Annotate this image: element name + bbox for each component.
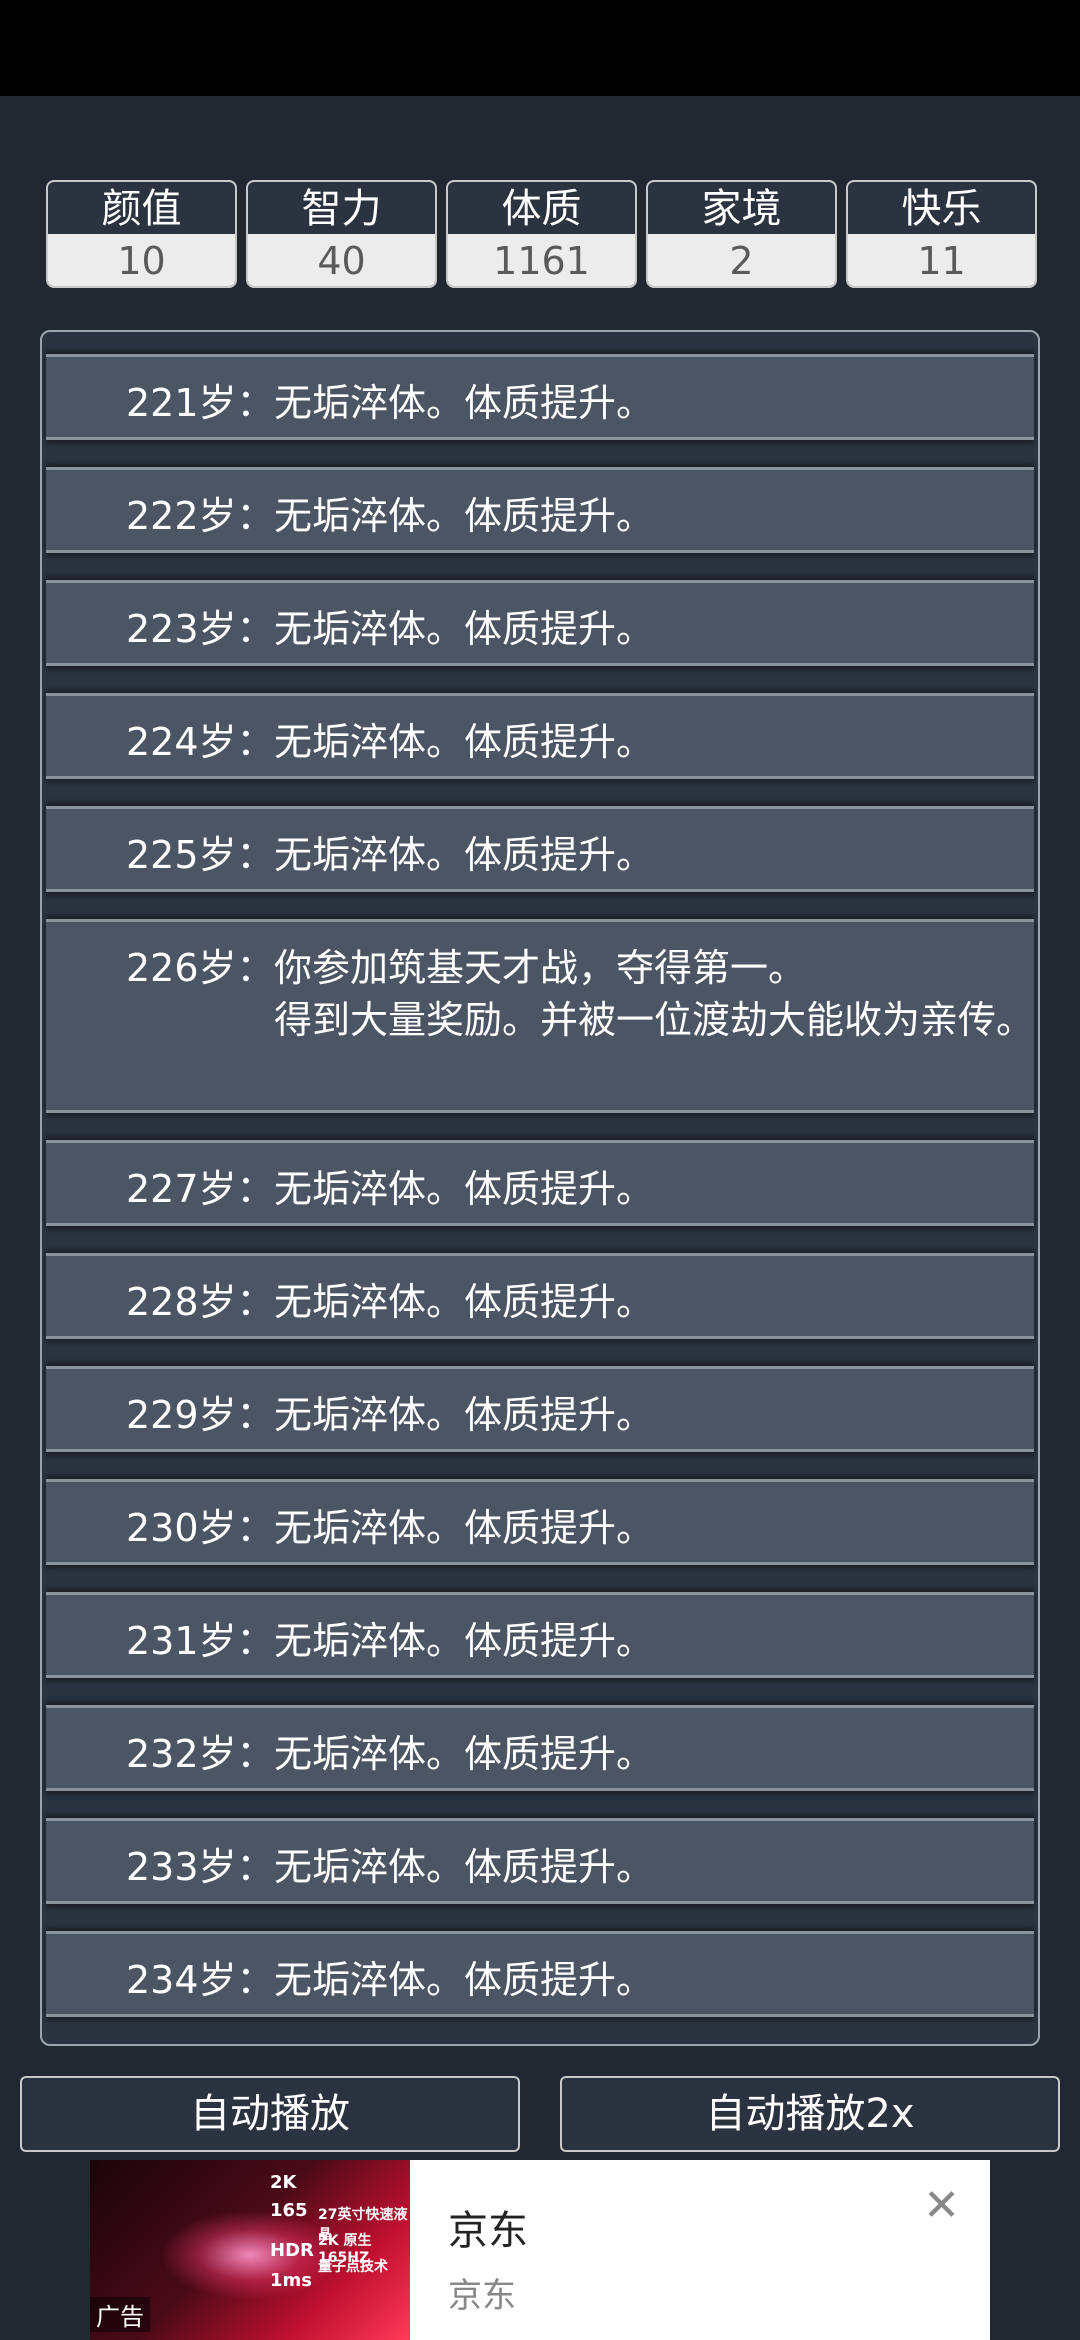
- log-age: 228岁：: [126, 1280, 275, 1324]
- ad-title[interactable]: 京东: [448, 2198, 528, 2256]
- log-age: 224岁：: [126, 720, 275, 764]
- log-age: 222岁：: [126, 494, 275, 538]
- stat-happiness: 快乐 11: [846, 180, 1037, 288]
- log-entry: 221岁： 无垢淬体。体质提升。: [46, 354, 1034, 440]
- ad-spec: 165: [270, 2200, 308, 2221]
- ad-spec: 2K: [270, 2172, 297, 2193]
- log-age: 223岁：: [126, 607, 275, 651]
- log-entry: 223岁： 无垢淬体。体质提升。: [46, 580, 1034, 666]
- stat-label: 体质: [501, 186, 582, 232]
- stats-bar: 颜值 10 智力 40 体质 1161 家境 2 快乐 11: [46, 180, 1037, 288]
- log-entry: 226岁： 你参加筑基天才战，夺得第一。 得到大量奖励。并被一位渡劫大能收为亲传…: [46, 919, 1034, 1113]
- auto-play-2x-button[interactable]: 自动播放2x: [560, 2076, 1060, 2152]
- stat-value: 2: [648, 234, 835, 286]
- log-age: 227岁：: [126, 1167, 275, 1211]
- log-entry: 222岁： 无垢淬体。体质提升。: [46, 467, 1034, 553]
- log-entry: 234岁： 无垢淬体。体质提升。: [46, 1931, 1034, 2017]
- log-text: 无垢淬体。体质提升。: [274, 1393, 655, 1437]
- log-text: 无垢淬体。体质提升。: [274, 1619, 655, 1663]
- log-text: 无垢淬体。体质提升。: [274, 1732, 655, 1776]
- stat-value: 40: [248, 234, 435, 286]
- ad-spec: HDR: [270, 2240, 314, 2261]
- log-entry: 229岁： 无垢淬体。体质提升。: [46, 1366, 1034, 1452]
- log-text-line: 你参加筑基天才战，夺得第一。: [274, 946, 807, 990]
- stat-family: 家境 2: [646, 180, 837, 288]
- stat-label: 快乐: [901, 186, 982, 232]
- stat-appearance: 颜值 10: [46, 180, 237, 288]
- log-text: 你参加筑基天才战，夺得第一。 得到大量奖励。并被一位渡劫大能收为亲传。: [274, 942, 1038, 1046]
- stat-label: 家境: [701, 186, 782, 232]
- log-age: 226岁：: [126, 946, 275, 990]
- stat-constitution: 体质 1161: [446, 180, 637, 288]
- ad-image[interactable]: 2K 165 HDR 1ms 27英寸快速液晶 2K 原生165HZ 量子点技术…: [90, 2160, 410, 2340]
- log-entry: 228岁： 无垢淬体。体质提升。: [46, 1253, 1034, 1339]
- log-age: 234岁：: [126, 1958, 275, 2002]
- log-age: 221岁：: [126, 381, 275, 425]
- log-text: 无垢淬体。体质提升。: [274, 381, 655, 425]
- log-entry: 225岁： 无垢淬体。体质提升。: [46, 806, 1034, 892]
- ad-spec: 1ms: [270, 2270, 312, 2291]
- log-text: 无垢淬体。体质提升。: [274, 833, 655, 877]
- log-entry: 232岁： 无垢淬体。体质提升。: [46, 1705, 1034, 1791]
- log-text: 无垢淬体。体质提升。: [274, 1958, 655, 2002]
- log-age: 231岁：: [126, 1619, 275, 1663]
- auto-play-button[interactable]: 自动播放: [20, 2076, 520, 2152]
- log-text: 无垢淬体。体质提升。: [274, 1167, 655, 1211]
- log-entry: 230岁： 无垢淬体。体质提升。: [46, 1479, 1034, 1565]
- log-age: 225岁：: [126, 833, 275, 877]
- ad-spec: 量子点技术: [318, 2259, 388, 2275]
- stat-label: 智力: [301, 186, 382, 232]
- log-text: 无垢淬体。体质提升。: [274, 607, 655, 651]
- log-text: 无垢淬体。体质提升。: [274, 1506, 655, 1550]
- log-age: 230岁：: [126, 1506, 275, 1550]
- log-text-line: 得到大量奖励。并被一位渡劫大能收为亲传。: [274, 998, 1035, 1042]
- life-log-panel[interactable]: 221岁： 无垢淬体。体质提升。 222岁： 无垢淬体。体质提升。 223岁： …: [40, 330, 1040, 2046]
- stat-value: 10: [48, 234, 235, 286]
- log-entry: 233岁： 无垢淬体。体质提升。: [46, 1818, 1034, 1904]
- log-age: 233岁：: [126, 1845, 275, 1889]
- stat-value: 1161: [448, 234, 635, 286]
- log-age: 232岁：: [126, 1732, 275, 1776]
- ad-banner[interactable]: 2K 165 HDR 1ms 27英寸快速液晶 2K 原生165HZ 量子点技术…: [90, 2160, 990, 2340]
- log-text: 无垢淬体。体质提升。: [274, 494, 655, 538]
- stat-intelligence: 智力 40: [246, 180, 437, 288]
- log-text: 无垢淬体。体质提升。: [274, 720, 655, 764]
- log-text: 无垢淬体。体质提升。: [274, 1845, 655, 1889]
- ad-tag: 广告: [90, 2297, 150, 2332]
- log-text: 无垢淬体。体质提升。: [274, 1280, 655, 1324]
- close-icon[interactable]: ✕: [923, 2184, 960, 2228]
- log-entry: 224岁： 无垢淬体。体质提升。: [46, 693, 1034, 779]
- log-entry: 231岁： 无垢淬体。体质提升。: [46, 1592, 1034, 1678]
- stat-label: 颜值: [101, 186, 182, 232]
- status-bar: [0, 0, 1080, 96]
- ad-subtitle: 京东: [448, 2276, 516, 2316]
- log-entry: 227岁： 无垢淬体。体质提升。: [46, 1140, 1034, 1226]
- log-age: 229岁：: [126, 1393, 275, 1437]
- stat-value: 11: [848, 234, 1035, 286]
